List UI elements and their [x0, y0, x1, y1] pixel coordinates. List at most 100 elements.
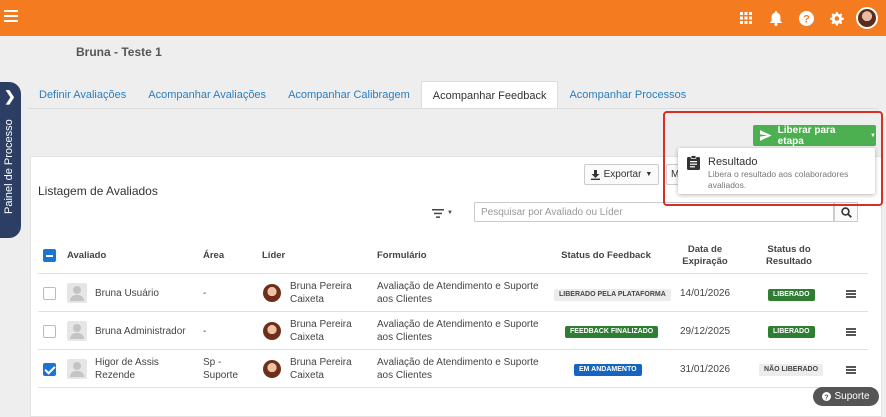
evaluated-name: Bruna Usuário: [95, 288, 159, 299]
leader-avatar: [263, 322, 281, 340]
tab-definir-avaliacoes[interactable]: Definir Avaliações: [28, 81, 137, 109]
form-name-l1: Avaliação de Atendimento e Suporte: [377, 357, 539, 368]
svg-text:?: ?: [825, 394, 829, 401]
area-value: -: [203, 326, 207, 337]
dropdown-item-title: Resultado: [708, 156, 758, 168]
user-avatar-placeholder: [67, 321, 87, 341]
chevron-right-icon: ❯: [4, 88, 16, 104]
tab-divider: [28, 108, 878, 109]
col-header-form[interactable]: Formulário: [377, 250, 427, 262]
top-icons: ?: [728, 6, 878, 30]
result-status-badge: NÃO LIBERADO: [759, 364, 824, 376]
filter-icon: [432, 208, 444, 218]
process-panel-label: Painel de Processo: [3, 119, 15, 214]
row-menu-icon[interactable]: [846, 328, 856, 336]
export-label: Exportar: [603, 169, 642, 180]
col-header-result-l1: Status do: [767, 244, 811, 255]
form-name-l2: aos Clientes: [377, 332, 433, 343]
evaluated-name: Bruna Administrador: [95, 326, 186, 337]
row-menu-icon[interactable]: [846, 290, 856, 298]
feedback-status-badge: LIBERADO PELA PLATAFORMA: [554, 289, 671, 301]
form-name-l2: aos Clientes: [377, 370, 433, 381]
user-avatar-placeholder: [67, 283, 87, 303]
tab-acompanhar-calibragem[interactable]: Acompanhar Calibragem: [277, 81, 421, 109]
caret-down-icon: ▼: [870, 132, 876, 139]
feedback-status-badge: FEEDBACK FINALIZADO: [565, 326, 659, 338]
row-menu-icon[interactable]: [846, 366, 856, 374]
filter-button[interactable]: ▼: [432, 205, 454, 221]
expiration-date: 14/01/2026: [680, 288, 731, 299]
leader-name-l1: Bruna Pereira: [290, 281, 352, 292]
page-title: Bruna - Teste 1: [76, 45, 162, 59]
select-all-checkbox[interactable]: [43, 249, 56, 262]
evaluated-name-l2: Rezende: [95, 370, 136, 381]
settings-icon[interactable]: [824, 6, 848, 30]
leader-name-l2: Caixeta: [290, 332, 324, 343]
expiration-date: 31/01/2026: [680, 364, 731, 375]
download-icon: [590, 169, 600, 180]
area-value-l1: Sp -: [203, 357, 222, 368]
col-header-leader[interactable]: Líder: [262, 250, 285, 262]
bell-icon[interactable]: [764, 6, 788, 30]
row-divider: [38, 387, 868, 388]
top-bar: ?: [0, 0, 886, 36]
tabs: Definir Avaliações Acompanhar Avaliações…: [28, 81, 697, 109]
support-button[interactable]: ? Suporte: [813, 387, 879, 406]
apps-grid-icon[interactable]: [734, 6, 758, 30]
row-checkbox[interactable]: [43, 287, 56, 300]
export-button[interactable]: Exportar ▼: [584, 164, 659, 185]
caret-down-icon: ▼: [645, 171, 653, 178]
form-name-l1: Avaliação de Atendimento e Suporte: [377, 281, 539, 292]
dropdown-item-description: Libera o resultado aos colaboradores ava…: [708, 169, 849, 190]
result-status-badge: LIBERADO: [768, 326, 815, 338]
area-value-l2: Suporte: [203, 370, 239, 381]
avatar[interactable]: [856, 7, 878, 29]
form-name-l1: Avaliação de Atendimento e Suporte: [377, 319, 539, 330]
search-button[interactable]: [834, 202, 858, 222]
result-status-badge: LIBERADO: [768, 289, 815, 301]
clipboard-icon: [687, 155, 700, 170]
col-header-expiration-l2: Expiração: [682, 256, 728, 267]
row-checkbox[interactable]: [43, 363, 56, 376]
area-value: -: [203, 288, 207, 299]
form-name-l2: aos Clientes: [377, 294, 433, 305]
col-header-result-status[interactable]: Status do Resultado: [756, 244, 822, 268]
leader-name-l2: Caixeta: [290, 370, 324, 381]
feedback-status-badge: EM ANDAMENTO: [574, 364, 642, 376]
process-panel-toggle[interactable]: ❯ Painel de Processo: [0, 82, 21, 238]
leader-avatar: [263, 360, 281, 378]
release-stage-label: Liberar para etapa: [777, 124, 836, 147]
user-avatar-placeholder: [67, 359, 87, 379]
caret-down-icon: ▼: [447, 210, 453, 216]
row-divider: [38, 311, 868, 312]
col-header-expiration-l1: Data de: [687, 244, 723, 255]
header-divider: [38, 273, 868, 274]
col-header-expiration[interactable]: Data de Expiração: [671, 244, 739, 268]
tab-acompanhar-processos[interactable]: Acompanhar Processos: [558, 81, 697, 109]
search-input[interactable]: [474, 202, 834, 222]
search-icon: [840, 206, 852, 218]
expiration-date: 29/12/2025: [680, 326, 731, 337]
leader-name-l1: Bruna Pereira: [290, 357, 352, 368]
col-header-evaluated[interactable]: Avaliado: [67, 250, 106, 262]
support-label: Suporte: [834, 391, 870, 402]
col-header-result-l2: Resultado: [766, 256, 812, 267]
tab-acompanhar-feedback[interactable]: Acompanhar Feedback: [420, 81, 559, 109]
svg-text:?: ?: [803, 13, 810, 25]
release-stage-button[interactable]: Liberar para etapa ▼: [753, 124, 876, 147]
leader-name-l1: Bruna Pereira: [290, 319, 352, 330]
tab-acompanhar-avaliacoes[interactable]: Acompanhar Avaliações: [137, 81, 277, 109]
leader-name-l2: Caixeta: [290, 294, 324, 305]
row-checkbox[interactable]: [43, 325, 56, 338]
listing-title: Listagem de Avaliados: [38, 184, 158, 198]
help-icon[interactable]: ?: [794, 6, 818, 30]
menu-icon[interactable]: [4, 10, 18, 22]
evaluated-name-l1: Higor de Assis: [95, 357, 159, 368]
release-dropdown-item-result[interactable]: Resultado Libera o resultado aos colabor…: [678, 148, 875, 194]
col-header-area[interactable]: Área: [203, 250, 224, 262]
row-divider: [38, 349, 868, 350]
send-icon: [760, 130, 772, 141]
help-icon: ?: [822, 392, 832, 401]
leader-avatar: [263, 284, 281, 302]
col-header-feedback-status[interactable]: Status do Feedback: [556, 250, 656, 262]
